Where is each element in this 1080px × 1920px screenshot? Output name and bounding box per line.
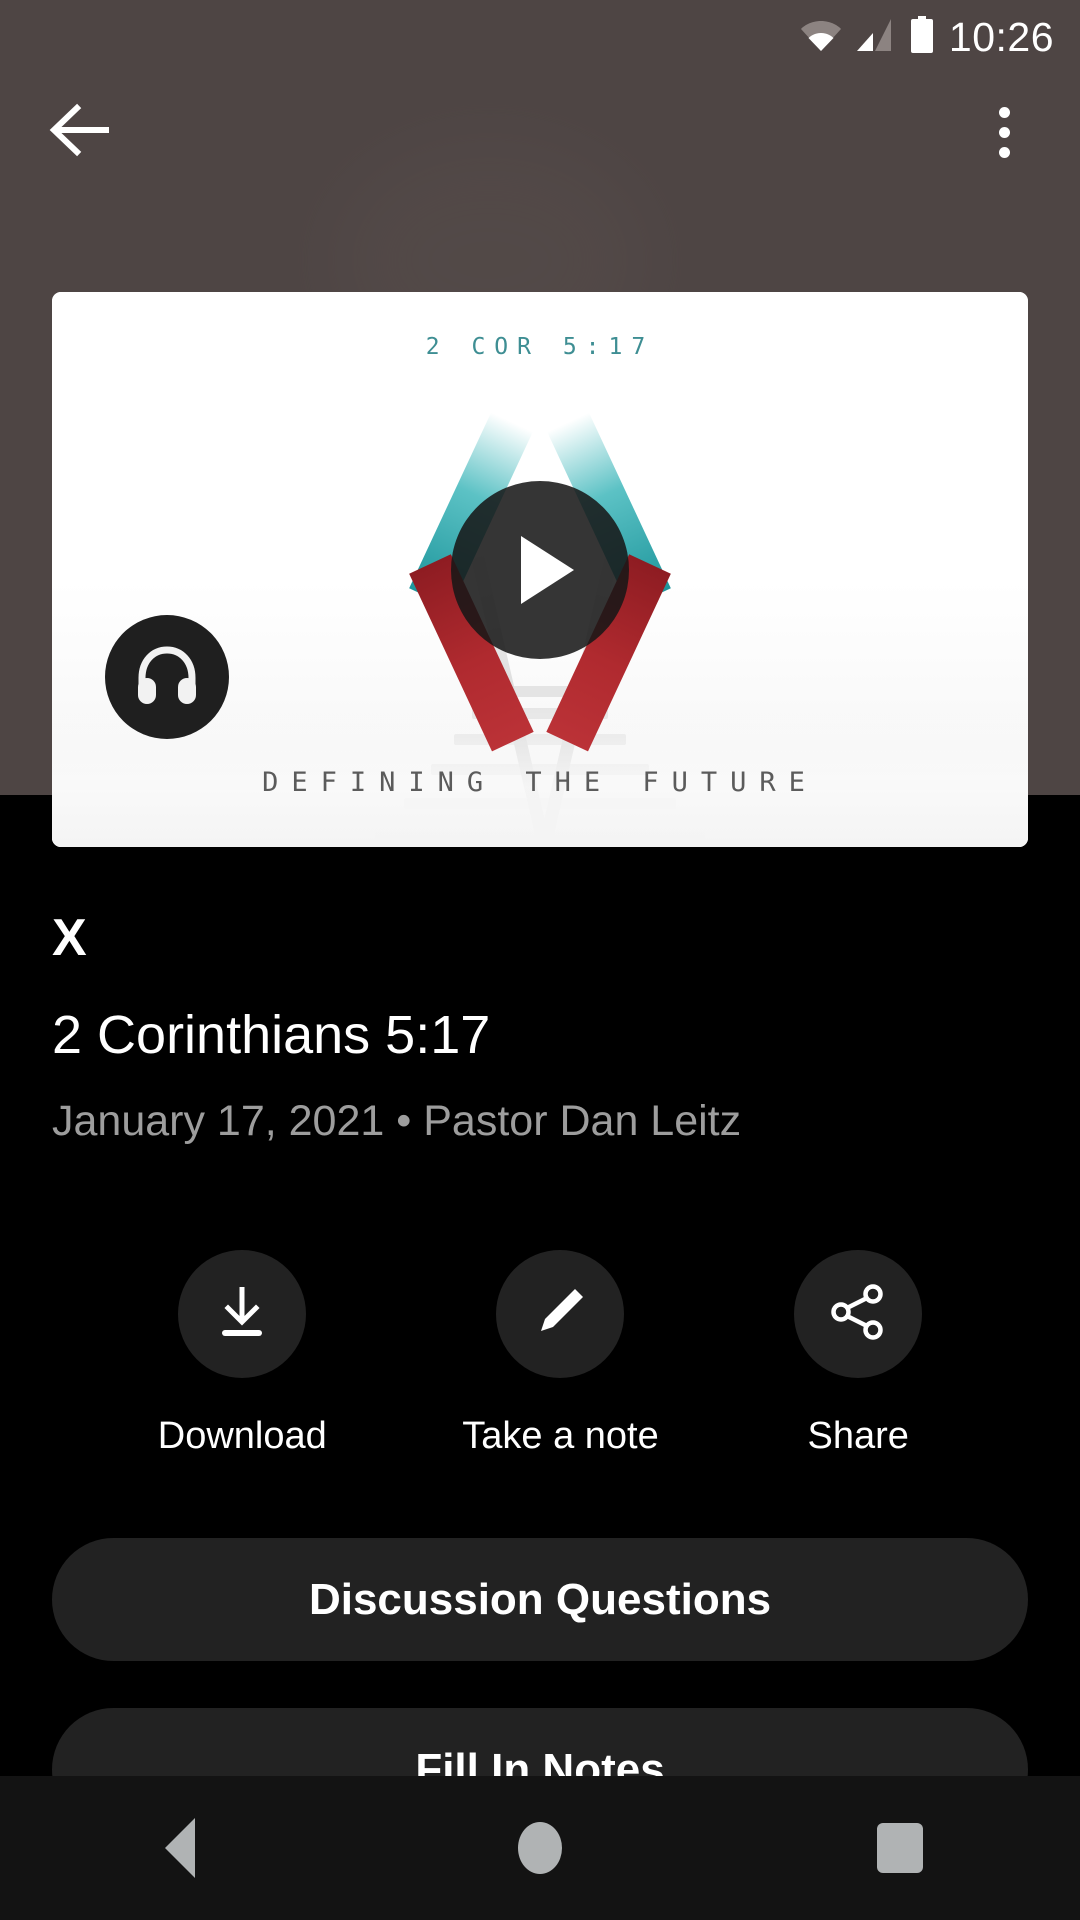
- thumbnail-verse-reference: 2 COR 5:17: [425, 334, 655, 360]
- more-vertical-icon: [998, 106, 1010, 118]
- series-title: X: [52, 909, 87, 967]
- cellular-signal-icon: [855, 17, 895, 58]
- app-bar: [0, 78, 1080, 188]
- system-navigation-bar: [0, 1776, 1080, 1920]
- sermon-details: X 2 Corinthians 5:17 January 17, 2021 • …: [0, 850, 1080, 1146]
- battery-icon: [909, 15, 935, 59]
- more-vertical-icon: [998, 126, 1010, 138]
- share-action[interactable]: Share: [794, 1250, 923, 1458]
- wifi-icon: [800, 17, 841, 58]
- sermon-thumbnail-card[interactable]: 2 COR 5:17 DEFINING THE FUTURE: [52, 292, 1028, 847]
- nav-home-icon: [518, 1822, 562, 1874]
- back-button[interactable]: [40, 92, 120, 172]
- take-note-action-circle: [496, 1250, 625, 1378]
- play-icon: [520, 535, 574, 604]
- download-icon: [212, 1281, 272, 1348]
- share-action-label: Share: [807, 1415, 909, 1457]
- sermon-meta: January 17, 2021 • Pastor Dan Leitz: [52, 1097, 742, 1146]
- download-action-label: Download: [157, 1415, 327, 1457]
- share-icon: [829, 1283, 887, 1346]
- pencil-icon: [531, 1283, 589, 1346]
- app-screen: 10:26 2 COR 5:17 DEFINING THE FUTURE X 2…: [0, 0, 1080, 1920]
- nav-back-icon: [165, 1818, 195, 1878]
- audio-only-button[interactable]: [105, 615, 229, 739]
- download-action-circle: [178, 1250, 307, 1378]
- nav-recents-icon: [877, 1823, 923, 1873]
- share-action-circle: [794, 1250, 923, 1378]
- nav-back-button[interactable]: [110, 1776, 250, 1920]
- nav-home-button[interactable]: [470, 1776, 610, 1920]
- discussion-questions-button[interactable]: Discussion Questions: [52, 1538, 1028, 1661]
- status-bar-clock: 10:26: [948, 13, 1054, 60]
- arrow-back-icon: [49, 102, 111, 163]
- thumbnail-tagline: DEFINING THE FUTURE: [262, 767, 818, 798]
- take-note-action-label: Take a note: [462, 1415, 659, 1457]
- headphones-icon: [134, 644, 200, 711]
- take-note-action[interactable]: Take a note: [462, 1250, 659, 1458]
- nav-recents-button[interactable]: [830, 1776, 970, 1920]
- overflow-menu-button[interactable]: [964, 92, 1044, 172]
- more-vertical-icon: [998, 146, 1010, 158]
- action-row: Download Take a note Share: [0, 1250, 1080, 1458]
- sermon-title: 2 Corinthians 5:17: [52, 1005, 491, 1065]
- play-button[interactable]: [451, 480, 629, 659]
- status-bar: 10:26: [0, 0, 1080, 74]
- download-action[interactable]: Download: [158, 1250, 327, 1458]
